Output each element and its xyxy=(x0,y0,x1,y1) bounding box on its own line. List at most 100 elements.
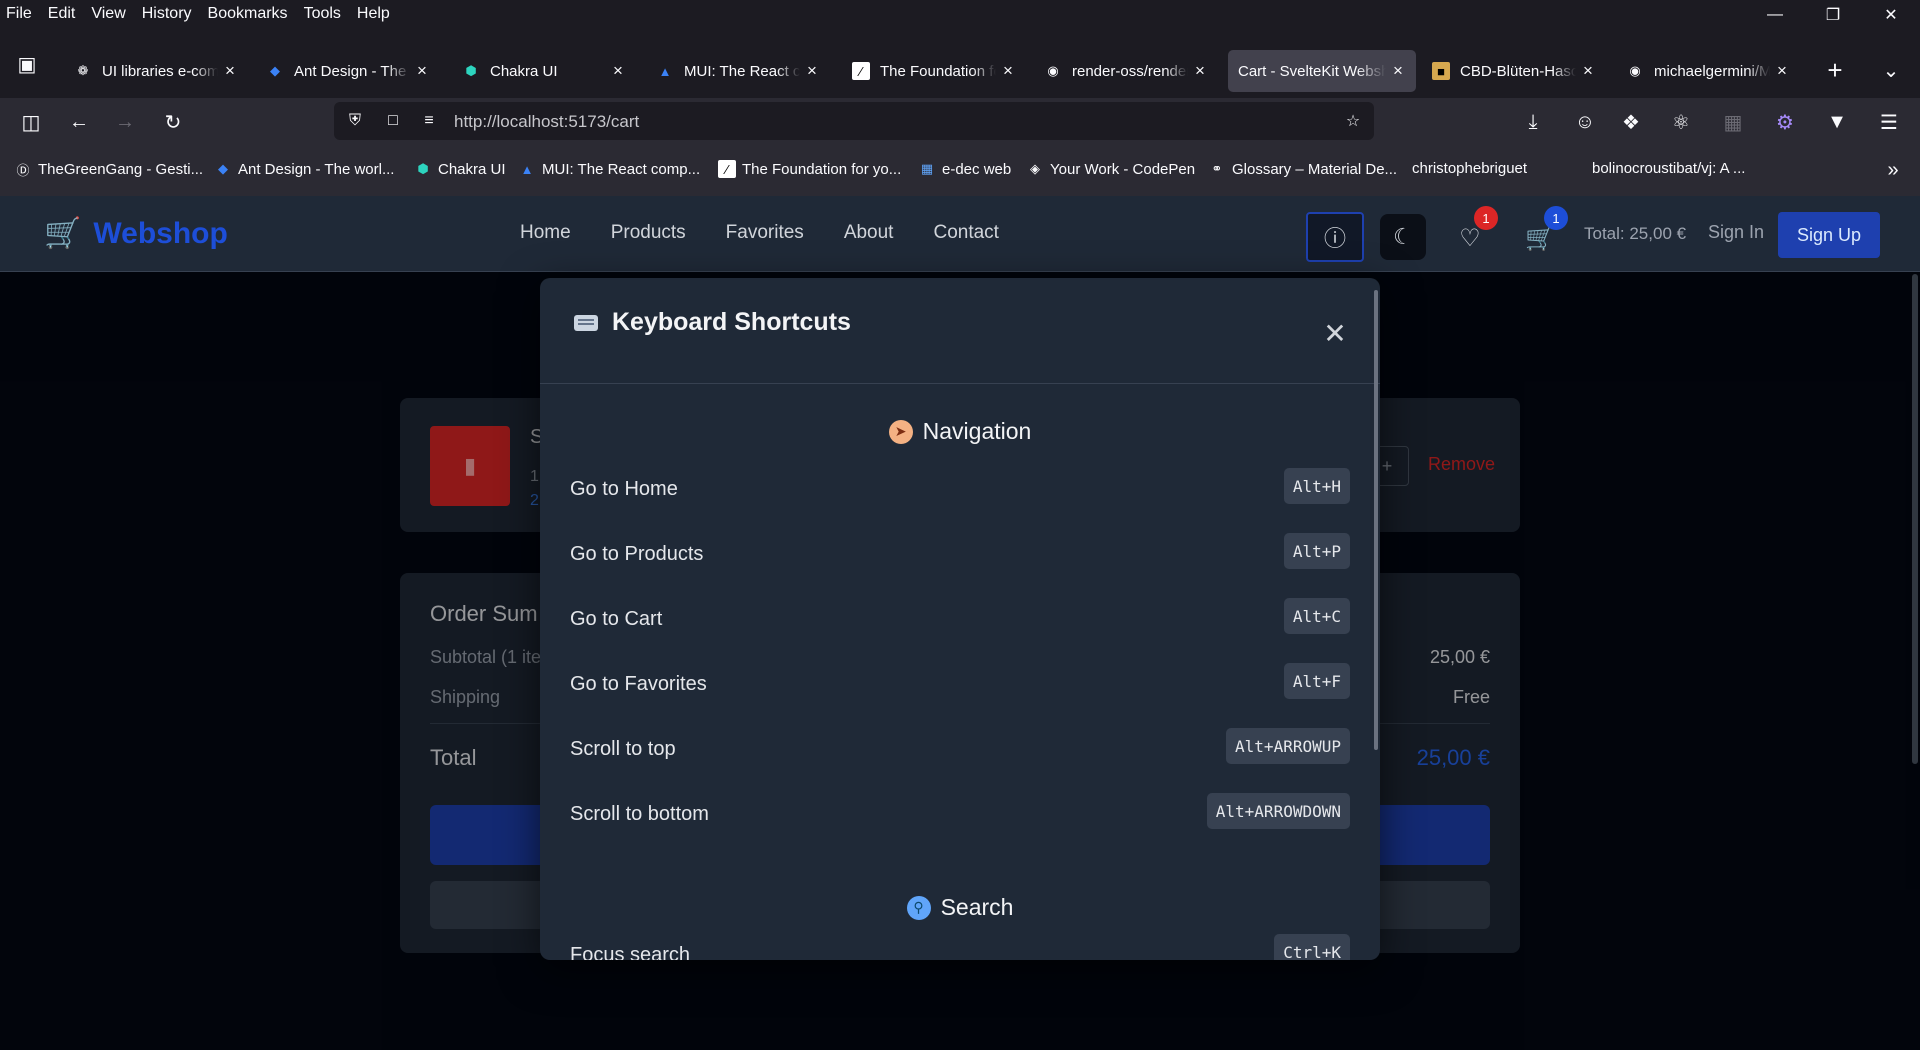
vue-devtools-icon[interactable]: ▼ xyxy=(1820,106,1854,138)
window-controls: — ❐ ✕ xyxy=(1746,0,1920,30)
nav-products[interactable]: Products xyxy=(611,222,686,244)
tab-title: Cart - SvelteKit Websh xyxy=(1238,62,1386,80)
tab-close-icon[interactable]: × xyxy=(610,61,626,81)
bookmark-bolinocroustibat[interactable]: bolinocroustibat/vj: A ... xyxy=(1592,160,1745,177)
tab-cbd[interactable]: ■ CBD-Blüten-Hasch × xyxy=(1422,50,1606,92)
moon-icon: ☾ xyxy=(1393,224,1413,249)
new-tab-icon[interactable]: + xyxy=(1818,54,1852,86)
site-logo[interactable]: 🛒 Webshop xyxy=(44,216,228,251)
bookmark-foundation[interactable]: ⁄ The Foundation for yo... xyxy=(718,160,901,178)
window-close-icon[interactable]: ✕ xyxy=(1862,0,1920,30)
mui-icon: ▲ xyxy=(520,161,534,177)
bookmark-codepen[interactable]: ◈ Your Work - CodePen xyxy=(1026,160,1195,178)
tab-ant-design[interactable]: ◆ Ant Design - The w × xyxy=(256,50,440,92)
tab-close-icon[interactable]: × xyxy=(804,61,820,81)
wordpress-icon: Ⓓ xyxy=(16,162,30,178)
menu-history[interactable]: History xyxy=(134,0,200,28)
modal-header: Keyboard Shortcuts ✕ xyxy=(540,278,1380,384)
tab-close-icon[interactable]: × xyxy=(414,61,430,81)
shopping-cart-logo-icon: 🛒 xyxy=(44,217,82,250)
restore-icon[interactable]: ❐ xyxy=(1804,0,1862,30)
tab-title: michaelgermini/M xyxy=(1654,62,1770,80)
nav-about[interactable]: About xyxy=(844,222,894,244)
extension-grid-icon[interactable]: ▦ xyxy=(1716,106,1750,138)
tab-foundation[interactable]: ⁄ The Foundation fo × xyxy=(842,50,1026,92)
account-icon[interactable]: ☺ xyxy=(1568,106,1602,138)
menu-tools[interactable]: Tools xyxy=(296,0,349,28)
theme-toggle-button[interactable]: ☾ xyxy=(1380,214,1426,260)
bookmarks-overflow-icon[interactable]: » xyxy=(1876,154,1910,186)
shield-icon[interactable]: ⛨ xyxy=(344,110,366,132)
hamburger-menu-icon[interactable]: ☰ xyxy=(1872,106,1906,138)
reload-icon[interactable]: ↻ xyxy=(156,106,190,138)
tab-render-oss[interactable]: ◉ render-oss/render × xyxy=(1034,50,1218,92)
page-icon[interactable]: □ xyxy=(382,110,404,132)
bookmark-star-icon[interactable]: ☆ xyxy=(1342,110,1364,132)
tab-close-icon[interactable]: × xyxy=(1390,61,1406,81)
sidebar-icon[interactable]: ◫ xyxy=(14,106,48,138)
menu-file[interactable]: File xyxy=(0,0,40,28)
modal-close-button[interactable]: ✕ xyxy=(1318,316,1352,350)
tab-ui-libraries[interactable]: ❁ UI libraries e-comm × xyxy=(64,50,248,92)
menu-view[interactable]: View xyxy=(83,0,133,28)
bookmark-edec[interactable]: ▦ e-dec web xyxy=(918,160,1011,178)
tab-cart-sveltekit[interactable]: Cart - SvelteKit Websh × xyxy=(1228,50,1416,92)
minimize-icon[interactable]: — xyxy=(1746,0,1804,30)
bookmark-christophebriguet[interactable]: christophebriguet xyxy=(1412,160,1527,177)
help-button[interactable]: ⓘ xyxy=(1306,212,1364,262)
tab-chakra[interactable]: ⬢ Chakra UI × xyxy=(452,50,636,92)
downloads-icon[interactable]: ⤓ xyxy=(1516,106,1550,138)
image-icon: ■ xyxy=(1432,62,1450,80)
nav-favorites[interactable]: Favorites xyxy=(726,222,804,244)
nav-contact[interactable]: Contact xyxy=(933,222,998,244)
sign-in-link[interactable]: Sign In xyxy=(1708,222,1764,243)
menu-help[interactable]: Help xyxy=(349,0,398,28)
bookmark-label: e-dec web xyxy=(942,160,1012,178)
url-bar[interactable]: ⛨ □ ≡ http://localhost:5173/cart ☆ xyxy=(334,102,1374,140)
forward-icon[interactable]: → xyxy=(108,106,142,138)
modal-scrollbar[interactable] xyxy=(1374,290,1378,750)
shortcut-label: Scroll to bottom xyxy=(570,803,709,825)
bookmark-label: bolinocroustibat/vj: A ... xyxy=(1592,160,1746,177)
menu-bar: File Edit View History Bookmarks Tools H… xyxy=(0,0,1920,28)
tab-close-icon[interactable]: × xyxy=(1774,61,1790,81)
url-text[interactable]: http://localhost:5173/cart xyxy=(454,112,639,132)
tab-close-icon[interactable]: × xyxy=(222,61,238,81)
tab-list-chevron-icon[interactable]: ⌄ xyxy=(1874,54,1908,86)
settings-gear-icon[interactable]: ⚙ xyxy=(1768,106,1802,138)
compass-icon: ➤ xyxy=(888,419,913,444)
shortcut-key: Alt+ARROWDOWN xyxy=(1206,793,1350,829)
edec-icon: ▦ xyxy=(920,161,934,176)
firefox-view-icon[interactable]: ▣ xyxy=(10,48,44,80)
bookmarks-bar: Ⓓ TheGreenGang - Gesti... ◆ Ant Design - T… xyxy=(0,144,1920,196)
back-icon[interactable]: ← xyxy=(62,106,96,138)
favorites-count-badge: 1 xyxy=(1474,206,1498,230)
tab-close-icon[interactable]: × xyxy=(1580,61,1596,81)
extensions-icon[interactable]: ❖ xyxy=(1614,106,1648,138)
tab-michaelgermini[interactable]: ◉ michaelgermini/M × xyxy=(1616,50,1800,92)
bookmark-chakra[interactable]: ⬢ Chakra UI xyxy=(414,160,505,178)
bookmark-mui[interactable]: ▲ MUI: The React comp... xyxy=(518,160,701,178)
codepen-icon: ◈ xyxy=(1030,161,1040,176)
menu-edit[interactable]: Edit xyxy=(40,0,84,28)
cart-total-text: Total: 25,00 € xyxy=(1584,224,1687,243)
site-info-icon[interactable]: ≡ xyxy=(418,110,440,132)
modal-title-text: Keyboard Shortcuts xyxy=(612,308,851,336)
sign-up-button[interactable]: Sign Up xyxy=(1778,212,1880,258)
tab-close-icon[interactable]: × xyxy=(1000,61,1016,81)
tab-mui[interactable]: ▲ MUI: The React co × xyxy=(646,50,830,92)
magnifier-icon: ⚲ xyxy=(906,895,931,920)
shortcut-row-focus-search: Focus search Ctrl+K xyxy=(570,934,1350,960)
bookmark-thegreengang[interactable]: Ⓓ TheGreenGang - Gesti... xyxy=(14,160,203,178)
bookmark-label: The Foundation for yo... xyxy=(742,160,902,178)
bookmark-label: Ant Design - The worl... xyxy=(238,160,395,178)
bookmark-antdesign[interactable]: ◆ Ant Design - The worl... xyxy=(214,160,394,178)
shortcut-row-scroll-bottom: Scroll to bottom Alt+ARROWDOWN xyxy=(570,793,1350,833)
site-nav: Home Products Favorites About Contact xyxy=(520,222,1039,244)
nav-home[interactable]: Home xyxy=(520,222,571,244)
tab-close-icon[interactable]: × xyxy=(1192,61,1208,81)
react-devtools-icon[interactable]: ⚛ xyxy=(1664,106,1698,138)
bookmark-glossary[interactable]: ⚭ Glossary – Material De... xyxy=(1208,160,1398,178)
menu-bookmarks[interactable]: Bookmarks xyxy=(200,0,296,28)
shortcut-label: Go to Favorites xyxy=(570,673,707,695)
